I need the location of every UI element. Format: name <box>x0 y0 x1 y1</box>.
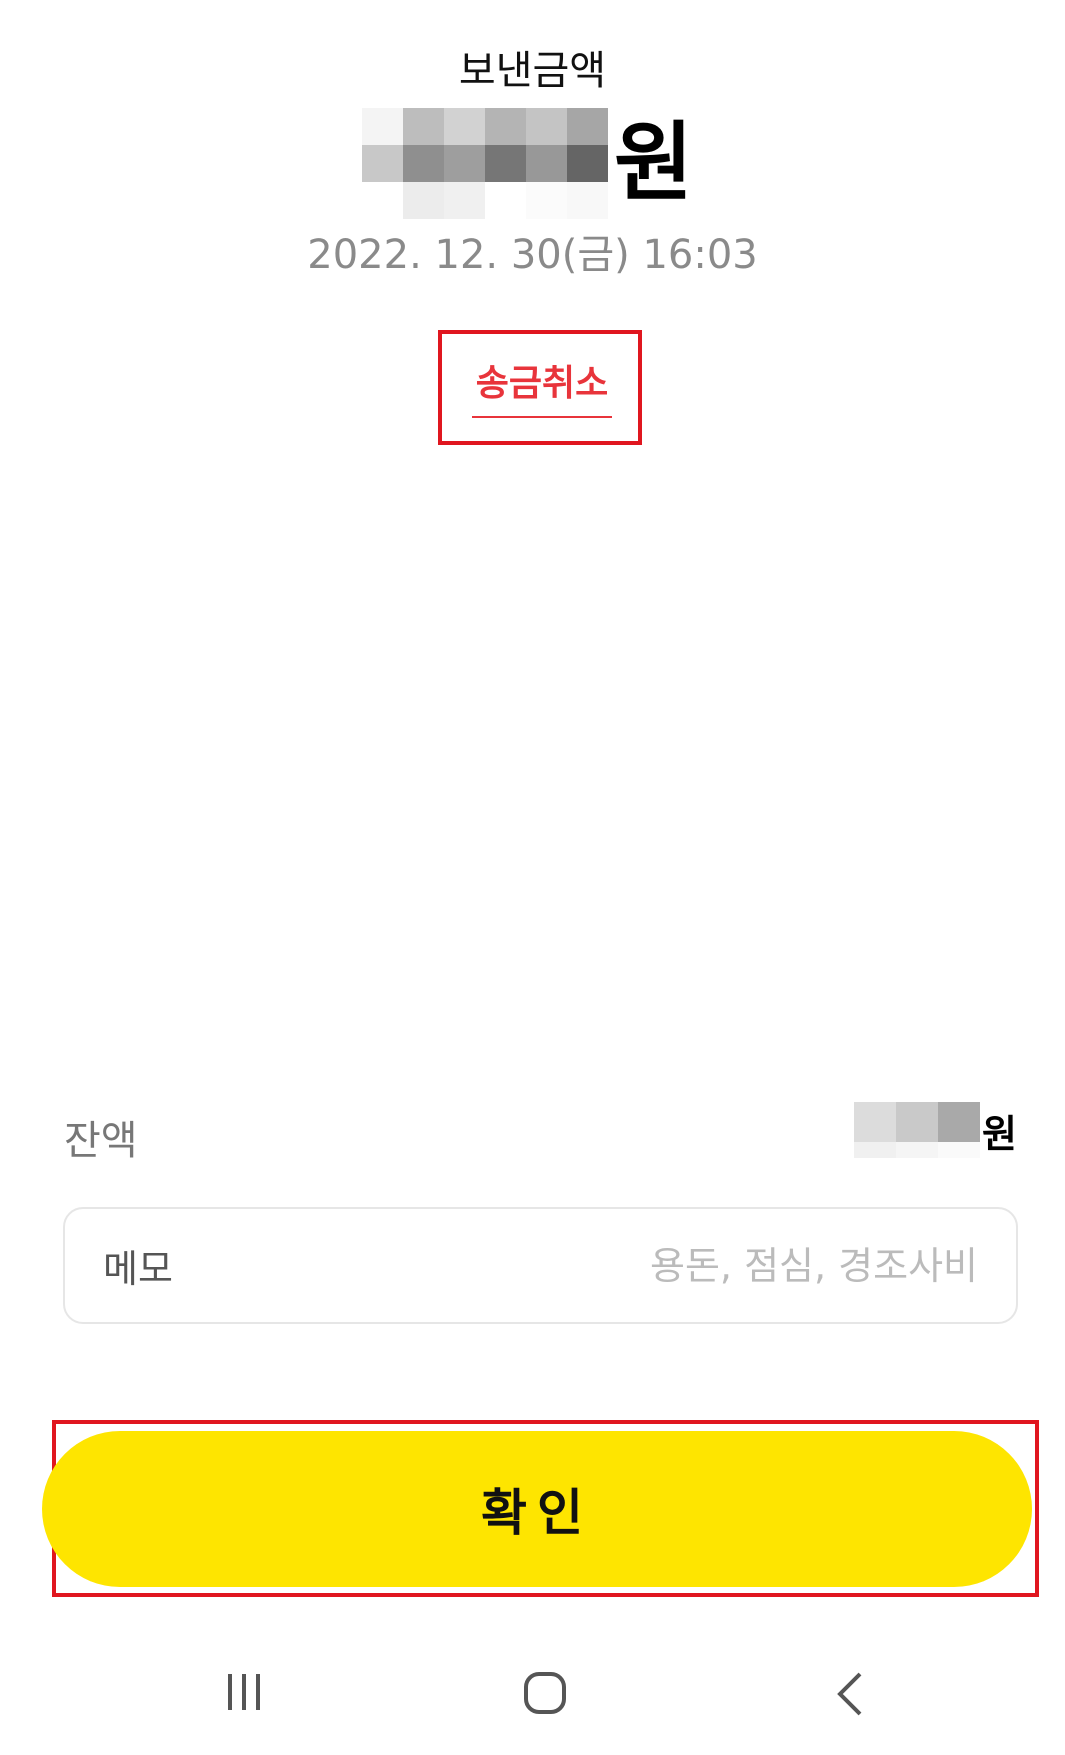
home-icon <box>524 1672 566 1714</box>
confirm-button[interactable]: 확인 <box>42 1431 1032 1587</box>
balance-unit: 원 <box>982 1111 1017 1156</box>
transfer-datetime: 2022. 12. 30(금) 16:03 <box>307 232 758 278</box>
sent-amount-label: 보낸금액 <box>458 48 607 94</box>
balance-label: 잔액 <box>64 1118 138 1164</box>
system-nav-bar <box>0 1640 1065 1740</box>
balance-value: 원 <box>854 1102 1017 1158</box>
sent-amount: 원 <box>362 107 694 219</box>
redacted-amount-mosaic <box>362 107 608 219</box>
memo-input[interactable] <box>458 1243 978 1288</box>
transfer-result-screen: 보낸금액 원 2022. 12. 30(금) 16:03 송금취소 잔액 원 메… <box>0 0 1065 1755</box>
back-icon <box>837 1672 862 1716</box>
amount-unit: 원 <box>614 113 694 213</box>
cancel-transfer-link[interactable]: 송금취소 <box>472 354 612 418</box>
back-button[interactable] <box>832 1670 866 1722</box>
memo-field[interactable]: 메모 <box>63 1207 1018 1324</box>
recent-apps-icon <box>228 1674 260 1710</box>
home-button[interactable] <box>522 1670 568 1720</box>
cancel-highlight-box: 송금취소 <box>438 330 642 445</box>
memo-label: 메모 <box>103 1247 173 1291</box>
recent-apps-button[interactable] <box>222 1670 266 1718</box>
redacted-balance-mosaic <box>854 1102 981 1158</box>
